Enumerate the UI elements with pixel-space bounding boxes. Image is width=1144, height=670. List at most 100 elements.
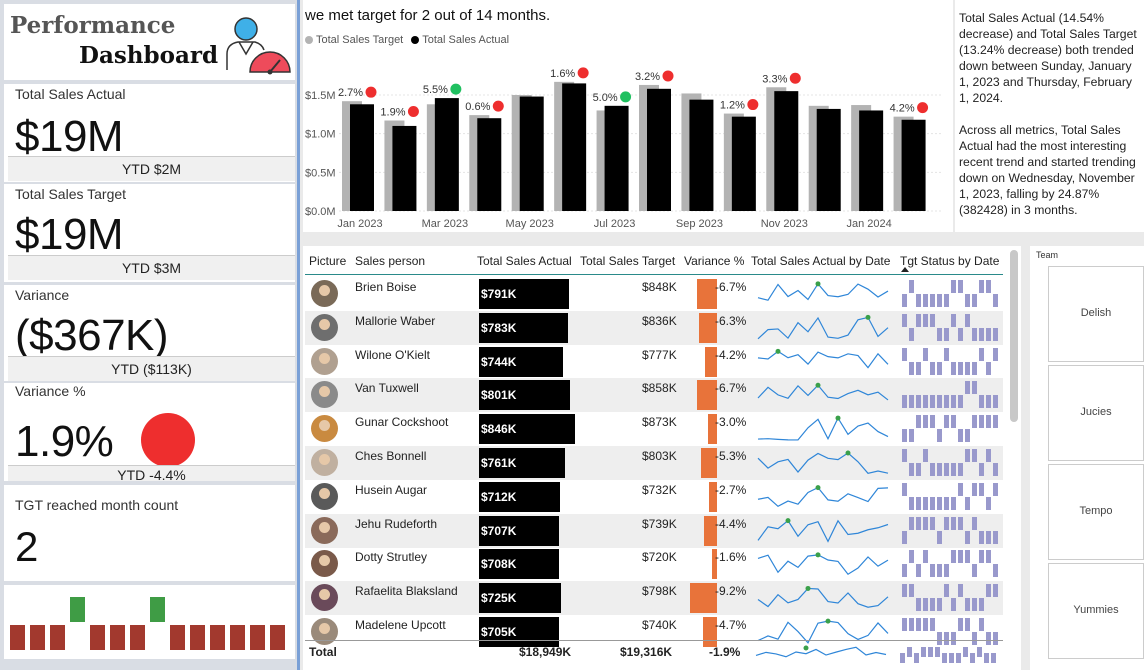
table-row[interactable]: Van Tuxwell $801K $858K -6.7% (305, 378, 1003, 413)
status-bar (951, 550, 956, 564)
team-option-label: Yummies (1073, 604, 1119, 616)
variance-status-dot (577, 67, 589, 79)
team-option-tempo[interactable]: Tempo (1048, 464, 1144, 560)
table-row[interactable]: Brien Boise $791K $848K -6.7% (305, 277, 1003, 311)
y-tick-label: $1.0M (305, 129, 336, 141)
variance-value: -4.7% (715, 618, 747, 632)
table-row[interactable]: Jehu Rudeforth $707K $739K -4.4% (305, 513, 1003, 548)
sales-person-name: Madelene Upcott (355, 618, 446, 632)
status-bar (986, 327, 991, 341)
month-hit-marker (150, 597, 165, 622)
sort-arrow-icon[interactable] (901, 267, 909, 272)
sales-person-name: Mallorie Waber (355, 313, 436, 328)
status-bar (923, 496, 928, 510)
status-bar (907, 647, 912, 657)
status-bar (951, 496, 956, 510)
month-miss-marker (270, 625, 285, 650)
avatar (311, 449, 338, 476)
status-bar (979, 598, 984, 612)
table-row[interactable]: Mallorie Waber $783K $836K -6.3% (305, 310, 1003, 345)
col-header-by-date[interactable]: Total Sales Actual by Date (751, 254, 890, 268)
avatar (311, 482, 338, 510)
variance-databar (697, 380, 717, 411)
status-bar (923, 618, 928, 631)
sales-bar-chart: $0.0M $0.5M $1.0M $1.5M 2.7% 1.9% 5.5% 0.6% 1.6%… (305, 67, 943, 230)
tgt-status-bars (902, 449, 998, 476)
sparkline-high-dot (845, 450, 851, 456)
actual-bar (816, 108, 841, 211)
table-scrollbar[interactable] (1010, 250, 1018, 422)
col-header-sales-person[interactable]: Sales person (355, 254, 425, 268)
total-target: $19,316K (620, 645, 673, 659)
target-value: $732K (642, 482, 677, 497)
tgt-status-bars (902, 550, 998, 578)
col-header-status[interactable]: Tgt Status by Date (900, 254, 999, 268)
col-header-target[interactable]: Total Sales Target (580, 254, 675, 268)
status-bar (930, 313, 935, 327)
sparkline-high-dot (865, 314, 871, 320)
col-header-picture[interactable]: Picture (309, 254, 346, 268)
status-bar (902, 618, 907, 631)
status-bar (958, 550, 963, 564)
y-tick-label: $0.0M (305, 206, 336, 218)
variance-status-dot (141, 413, 195, 467)
month-miss-marker (190, 625, 205, 650)
status-bar (972, 598, 977, 612)
team-option-label: Tempo (1079, 505, 1113, 517)
variance-value: -4.2% (715, 347, 747, 362)
status-bar (923, 395, 928, 409)
sparkline-path (757, 519, 889, 543)
month-miss-marker (30, 625, 45, 650)
status-bar (916, 516, 921, 530)
status-bar (979, 347, 984, 361)
x-tick-label: Jan 2024 (847, 218, 892, 230)
target-value: $848K (642, 280, 677, 294)
status-bar (951, 415, 956, 429)
status-bar (977, 647, 982, 657)
status-bar (963, 647, 968, 657)
avatar (311, 550, 338, 578)
variance-data-label: 2.7% (338, 87, 363, 99)
table-row[interactable]: Dotty Strutley $708K $720K -1.6% (305, 547, 1003, 581)
variance-value: -1.6% (715, 550, 747, 565)
variance-data-label: 1.6% (550, 68, 575, 80)
sales-person-name: Jehu Rudeforth (355, 516, 438, 531)
status-bar (944, 516, 949, 530)
target-value: $777K (642, 347, 677, 362)
table-row[interactable]: Gunar Cockshoot $846K $873K -3.0% (305, 412, 1003, 446)
table-row[interactable]: Wilone O'Kielt $744K $777K -4.2% (305, 345, 1003, 379)
status-bar (930, 516, 935, 530)
status-bar (993, 530, 998, 544)
variance-value: -6.7% (715, 280, 747, 294)
status-bar (993, 564, 998, 578)
status-bar (958, 463, 963, 476)
col-header-variance[interactable]: Variance % (684, 254, 744, 268)
target-value: $803K (642, 449, 677, 463)
month-miss-marker (210, 625, 225, 650)
status-bar (944, 496, 949, 510)
team-option-delish[interactable]: Delish (1048, 266, 1144, 362)
col-header-actual[interactable]: Total Sales Actual (477, 254, 572, 268)
status-bar (944, 294, 949, 307)
table-row[interactable]: Ches Bonnell $761K $803K -5.3% (305, 446, 1003, 480)
status-bar (965, 598, 970, 612)
logo-card: Performance Dashboard (4, 4, 295, 80)
status-bar (972, 381, 977, 395)
table-row[interactable]: Husein Augar $712K $732K -2.7% (305, 480, 1003, 514)
table-row[interactable]: Madelene Upcott $705K $740K -4.7% (305, 615, 1003, 649)
table-row[interactable]: Rafaelita Blaksland $725K $798K -9.2% (305, 581, 1003, 616)
status-bar (970, 653, 975, 663)
status-bar (958, 361, 963, 375)
status-bar (902, 584, 907, 598)
team-option-jucies[interactable]: Jucies (1048, 365, 1144, 461)
status-bar (930, 361, 935, 375)
team-option-yummies[interactable]: Yummies (1048, 563, 1144, 659)
status-bar (993, 395, 998, 409)
status-bar (909, 395, 914, 409)
status-bar (916, 415, 921, 429)
sales-person-name: Dotty Strutley (355, 550, 428, 565)
kpi-ytd: YTD $3M (8, 255, 295, 280)
target-value: $858K (642, 381, 677, 396)
status-bar (958, 618, 963, 631)
kpi-title: Variance % (15, 383, 86, 399)
